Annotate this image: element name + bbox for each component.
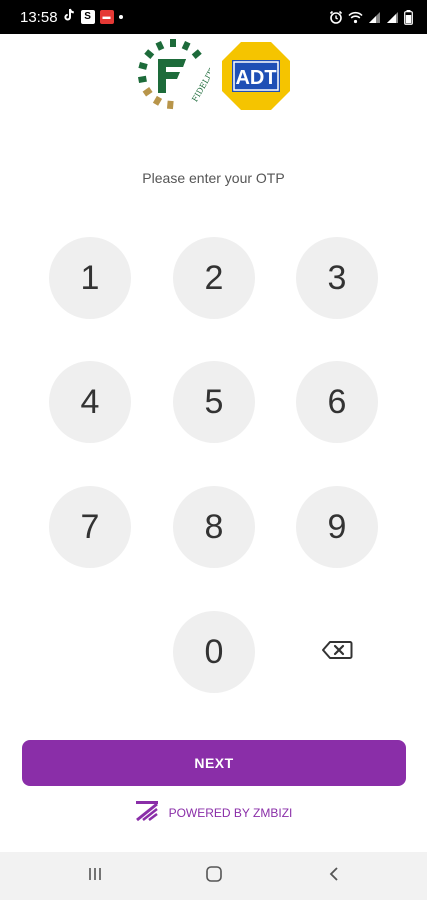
key-8[interactable]: 8 (173, 486, 255, 568)
wifi-icon (348, 11, 363, 24)
powered-by-text: POWERED BY ZMBIZI (168, 806, 293, 820)
s-app-icon: S (80, 10, 95, 24)
backspace-button[interactable] (296, 611, 378, 693)
fidelity-logo: FIDELITY (136, 37, 218, 116)
zmbizi-logo-icon (135, 800, 159, 827)
battery-icon (404, 9, 413, 25)
recent-apps-icon (87, 866, 103, 887)
key-4[interactable]: 4 (49, 361, 131, 443)
status-right (329, 9, 413, 25)
key-7[interactable]: 7 (49, 486, 131, 568)
powered-by: POWERED BY ZMBIZI (0, 800, 427, 826)
key-3[interactable]: 3 (296, 237, 378, 319)
svg-text:ADT: ADT (235, 67, 276, 89)
key-9[interactable]: 9 (296, 486, 378, 568)
key-0[interactable]: 0 (173, 611, 255, 693)
key-1[interactable]: 1 (49, 237, 131, 319)
otp-prompt: Please enter your OTP (142, 170, 285, 186)
brand-logos: FIDELITY ADT (0, 38, 427, 114)
dot-icon (118, 15, 123, 19)
next-button[interactable]: NEXT (22, 740, 406, 786)
key-6[interactable]: 6 (296, 361, 378, 443)
signal-icon (386, 11, 399, 24)
back-button[interactable] (314, 862, 354, 890)
tiktok-icon (63, 8, 76, 27)
system-nav-bar (0, 852, 427, 900)
home-button[interactable] (194, 862, 234, 890)
backspace-icon (321, 640, 353, 665)
recent-apps-button[interactable] (75, 862, 115, 890)
otp-screen: 13:58 S ▬ FIDELITY ADT Please enter your… (0, 0, 427, 900)
red-app-icon: ▬ (99, 10, 114, 24)
status-bar: 13:58 S ▬ (0, 0, 427, 34)
signal-icon (368, 11, 381, 24)
back-arrow-icon (328, 866, 340, 887)
adt-logo: ADT (220, 40, 292, 112)
home-icon (205, 865, 223, 888)
key-2[interactable]: 2 (173, 237, 255, 319)
status-time: 13:58 (20, 8, 58, 26)
alarm-icon (329, 10, 343, 24)
svg-text:FIDELITY: FIDELITY (190, 63, 210, 103)
key-5[interactable]: 5 (173, 361, 255, 443)
status-left: 13:58 S ▬ (20, 8, 123, 27)
